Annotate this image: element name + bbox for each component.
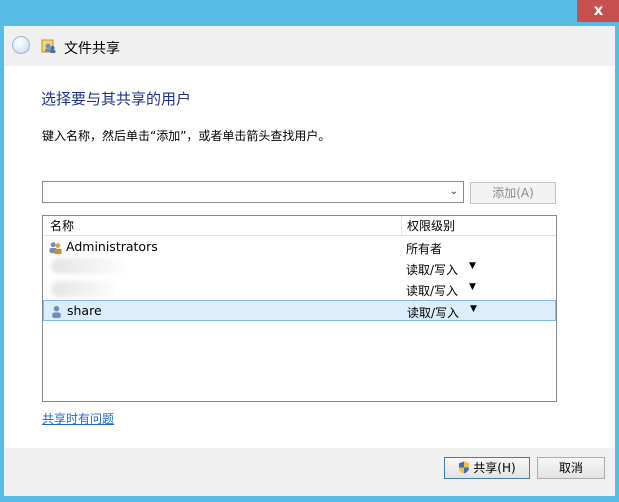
list-item-share[interactable]: share 读取/写入 ▼ <box>43 300 556 321</box>
list-item-obscured-1[interactable]: 读取/写入 ▼ <box>43 258 556 279</box>
share-button-label: 共享(H) <box>473 461 516 475</box>
user-group-icon <box>49 242 62 255</box>
user-permission-list[interactable]: 名称 权限级别 Administrators 所有者 读取/写入 ▼ 读取/写入… <box>42 215 557 402</box>
permission-dropdown[interactable]: 读取/写入 <box>406 282 458 299</box>
instruction-text: 键入名称，然后单击“添加”，或者单击箭头查找用户。 <box>42 129 331 143</box>
column-header-name[interactable]: 名称 <box>43 216 402 236</box>
close-icon: x <box>593 1 604 19</box>
caret-down-icon[interactable]: ▼ <box>470 304 477 314</box>
list-item-administrators[interactable]: Administrators 所有者 <box>43 237 556 258</box>
cancel-button[interactable]: 取消 <box>537 457 605 479</box>
close-button[interactable]: x <box>577 0 619 22</box>
sharing-help-link[interactable]: 共享时有问题 <box>42 410 114 427</box>
permission-dropdown[interactable]: 读取/写入 <box>406 261 458 278</box>
back-button[interactable] <box>12 36 30 54</box>
uac-shield-icon <box>459 461 470 474</box>
caret-down-icon[interactable]: ▼ <box>469 282 476 292</box>
window-frame: x 文件共享 选择要与其共享的用户 键入名称，然后单击“添加”，或者单击箭头查找… <box>0 0 619 502</box>
obscured-user-blur <box>51 281 121 297</box>
user-icon <box>52 305 61 319</box>
list-item-name: Administrators <box>66 239 158 254</box>
window-title: 文件共享 <box>64 41 120 57</box>
content-panel: 选择要与其共享的用户 键入名称，然后单击“添加”，或者单击箭头查找用户。 ⌄ 添… <box>4 66 615 448</box>
page-heading: 选择要与其共享的用户 <box>41 90 192 108</box>
obscured-user-blur <box>51 258 131 274</box>
column-header-permission[interactable]: 权限级别 <box>402 216 556 236</box>
file-share-icon <box>41 39 56 53</box>
caret-down-icon[interactable]: ▼ <box>469 261 476 271</box>
permission-label: 所有者 <box>406 242 443 256</box>
footer-bar: 共享(H) 取消 <box>4 448 615 496</box>
title-bar: 文件共享 <box>4 26 615 66</box>
share-button[interactable]: 共享(H) <box>444 457 530 479</box>
list-item-name: share <box>67 303 102 318</box>
list-item-obscured-2[interactable]: 读取/写入 ▼ <box>43 279 556 300</box>
permission-dropdown[interactable]: 读取/写入 <box>407 304 459 321</box>
chevron-down-icon[interactable]: ⌄ <box>447 183 461 201</box>
user-name-combobox[interactable]: ⌄ <box>42 181 464 203</box>
add-button[interactable]: 添加(A) <box>470 182 556 204</box>
